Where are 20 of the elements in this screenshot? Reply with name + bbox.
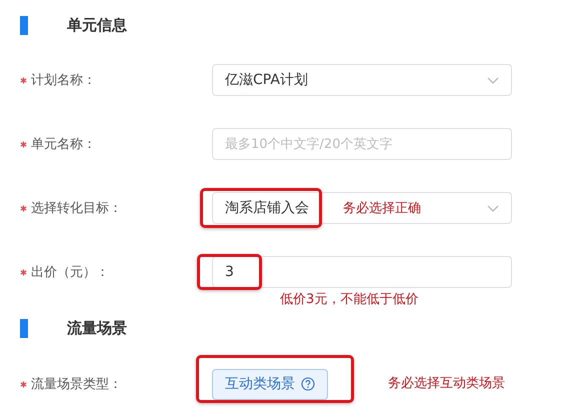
field-label: 计划名称： (31, 72, 96, 89)
field-label: 流量场景类型： (31, 376, 122, 393)
chevron-down-icon (487, 204, 499, 212)
chevron-down-icon (487, 76, 499, 84)
section-marker (20, 318, 28, 338)
field-label: 选择转化目标： (31, 200, 122, 217)
scene-button[interactable]: 互动类场景 (212, 368, 328, 400)
annotation-text: 低价3元，不能低于低价 (280, 291, 418, 308)
section-marker (20, 16, 28, 34)
input-field[interactable]: 3 (212, 256, 512, 288)
highlight-frame (197, 254, 262, 290)
section-title: 单元信息 (67, 16, 127, 34)
field-label: 单元名称： (31, 136, 96, 153)
section-title: 流量场景 (67, 318, 127, 338)
annotation-text: 务必选择互动类场景 (388, 375, 505, 392)
select-field[interactable]: 亿滋CPA计划 (212, 64, 512, 96)
annotation-text: 务必选择正确 (343, 200, 421, 217)
help-icon (301, 377, 315, 391)
field-label: 出价（元）： (31, 264, 109, 281)
input-field[interactable]: 最多10个中文字/20个英文字 (212, 128, 512, 160)
